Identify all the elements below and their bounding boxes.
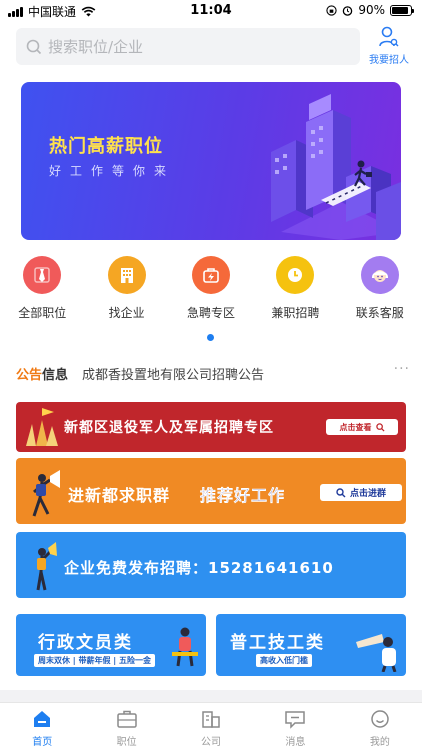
category-customer-service-circle <box>360 256 399 294</box>
clock-icon <box>288 268 303 282</box>
section-divider <box>0 690 422 702</box>
category-urgent-label: 急聘专区 <box>186 306 235 320</box>
tab-profile-label: 我的 <box>369 736 390 748</box>
battery-icon <box>390 4 414 16</box>
post-job-label: 我要招人 <box>369 55 409 66</box>
page-indicator <box>207 334 214 341</box>
ad-job-group-title: 进新都求职群 <box>68 486 171 505</box>
company-icon <box>202 710 220 728</box>
tab-company[interactable]: 公司 <box>169 703 253 750</box>
tab-home[interactable]: 首页 <box>0 703 84 750</box>
category-customer-service-label: 联系客服 <box>355 306 404 320</box>
tab-home-label: 首页 <box>32 736 53 748</box>
ad-veterans-title: 新都区退役军人及军属招聘专区 <box>64 420 274 436</box>
city-illustration <box>271 94 401 240</box>
category-part-time[interactable]: 兼职招聘 <box>253 256 337 321</box>
tile-technician[interactable]: 普工技工类 高收入低门槛 <box>216 614 406 676</box>
category-find-company[interactable]: 找企业 <box>84 256 168 321</box>
search-icon <box>375 422 385 432</box>
ad-banner-free-post[interactable]: 企业免费发布招聘：15281641610 <box>16 532 406 598</box>
ad-veterans-button[interactable]: 点击查看 <box>326 419 398 435</box>
status-bar: 中国联通 11:04 90% <box>0 0 422 22</box>
briefcase-icon <box>116 710 137 728</box>
ad-job-group-button-label: 点击进群 <box>349 489 386 499</box>
category-row: 全部职位 找企业 急聘专区 兼职招聘 联系客服 <box>0 256 422 321</box>
ad-banner-job-group[interactable]: 进新都求职群 推荐好工作 点击进群 <box>16 458 406 524</box>
search-placeholder: 搜索职位/企业 <box>48 38 144 56</box>
service-icon <box>371 270 388 282</box>
banner-title: 热门高薪职位 <box>49 136 163 157</box>
announcement-bar[interactable]: 公告信息 成都香投置地有限公司招聘公告 ··· <box>16 360 410 386</box>
ad-veterans-button-label: 点击查看 <box>339 422 372 432</box>
search-icon <box>336 487 346 497</box>
tab-jobs-label: 职位 <box>116 736 137 748</box>
megaphone-person-illustration <box>32 470 60 517</box>
tab-jobs[interactable]: 职位 <box>84 703 168 750</box>
battery-percent: 90% <box>358 3 385 17</box>
office-worker-illustration <box>172 627 198 667</box>
tab-profile[interactable]: 我的 <box>338 703 422 750</box>
category-find-company-label: 找企业 <box>108 306 145 320</box>
soldiers-illustration <box>26 408 58 446</box>
ad-free-post-title: 企业免费发布招聘：15281641610 <box>64 559 334 577</box>
tab-company-label: 公司 <box>201 736 222 748</box>
hero-banner[interactable]: 热门高薪职位 好工作等你来 <box>21 82 401 240</box>
message-icon <box>285 710 306 729</box>
announcement-tag: 公告信息 <box>16 364 68 383</box>
search-icon <box>26 39 42 54</box>
bag-icon <box>203 268 219 283</box>
user-search-icon <box>379 26 399 47</box>
building-icon <box>120 268 133 283</box>
announcement-tag-a: 公告 <box>16 367 43 383</box>
announcement-text: 成都香投置地有限公司招聘公告 <box>82 367 265 383</box>
category-find-company-circle <box>107 256 146 294</box>
rotation-lock-icon <box>326 4 337 16</box>
category-all-jobs-circle <box>23 256 62 294</box>
bottom-tab-bar: 首页 职位 公司 消息 我的 <box>0 702 422 750</box>
status-right: 90% <box>326 3 414 17</box>
ad-banner-veterans[interactable]: 新都区退役军人及军属招聘专区 点击查看 <box>16 402 406 452</box>
category-all-jobs-label: 全部职位 <box>18 306 67 320</box>
tie-icon <box>34 267 50 283</box>
tile-technician-title: 普工技工类 <box>230 633 325 653</box>
ad-job-group-button[interactable]: 点击进群 <box>320 484 402 501</box>
alarm-icon <box>343 5 353 16</box>
search-bar[interactable]: 搜索职位/企业 <box>16 28 360 65</box>
smile-icon <box>371 709 389 728</box>
category-customer-service[interactable]: 联系客服 <box>338 256 422 321</box>
post-job-button[interactable]: 我要招人 <box>366 26 412 66</box>
home-icon <box>34 710 51 727</box>
ad-job-group-highlight: 推荐好工作 <box>200 486 286 505</box>
tab-messages-label: 消息 <box>285 736 306 748</box>
tile-admin-clerk-subtitle: 周末双休 | 带薪年假 | 五险一金 <box>34 654 155 667</box>
announcement-tag-b: 信息 <box>42 367 69 383</box>
category-all-jobs[interactable]: 全部职位 <box>0 256 84 321</box>
category-part-time-label: 兼职招聘 <box>271 306 320 320</box>
tile-admin-clerk-title: 行政文员类 <box>38 633 133 653</box>
tile-technician-subtitle: 高收入低门槛 <box>256 654 312 667</box>
battery-level <box>392 6 409 14</box>
megaphone-person-illustration <box>36 542 57 591</box>
tile-admin-clerk[interactable]: 行政文员类 周末双休 | 带薪年假 | 五险一金 <box>16 614 206 676</box>
tab-messages[interactable]: 消息 <box>253 703 337 750</box>
category-urgent-circle <box>191 256 230 294</box>
banner-subtitle: 好工作等你来 <box>49 164 176 178</box>
telescope-person-illustration <box>356 634 397 672</box>
more-icon[interactable]: ··· <box>394 361 410 377</box>
category-part-time-circle <box>276 256 315 294</box>
category-urgent[interactable]: 急聘专区 <box>169 256 253 321</box>
